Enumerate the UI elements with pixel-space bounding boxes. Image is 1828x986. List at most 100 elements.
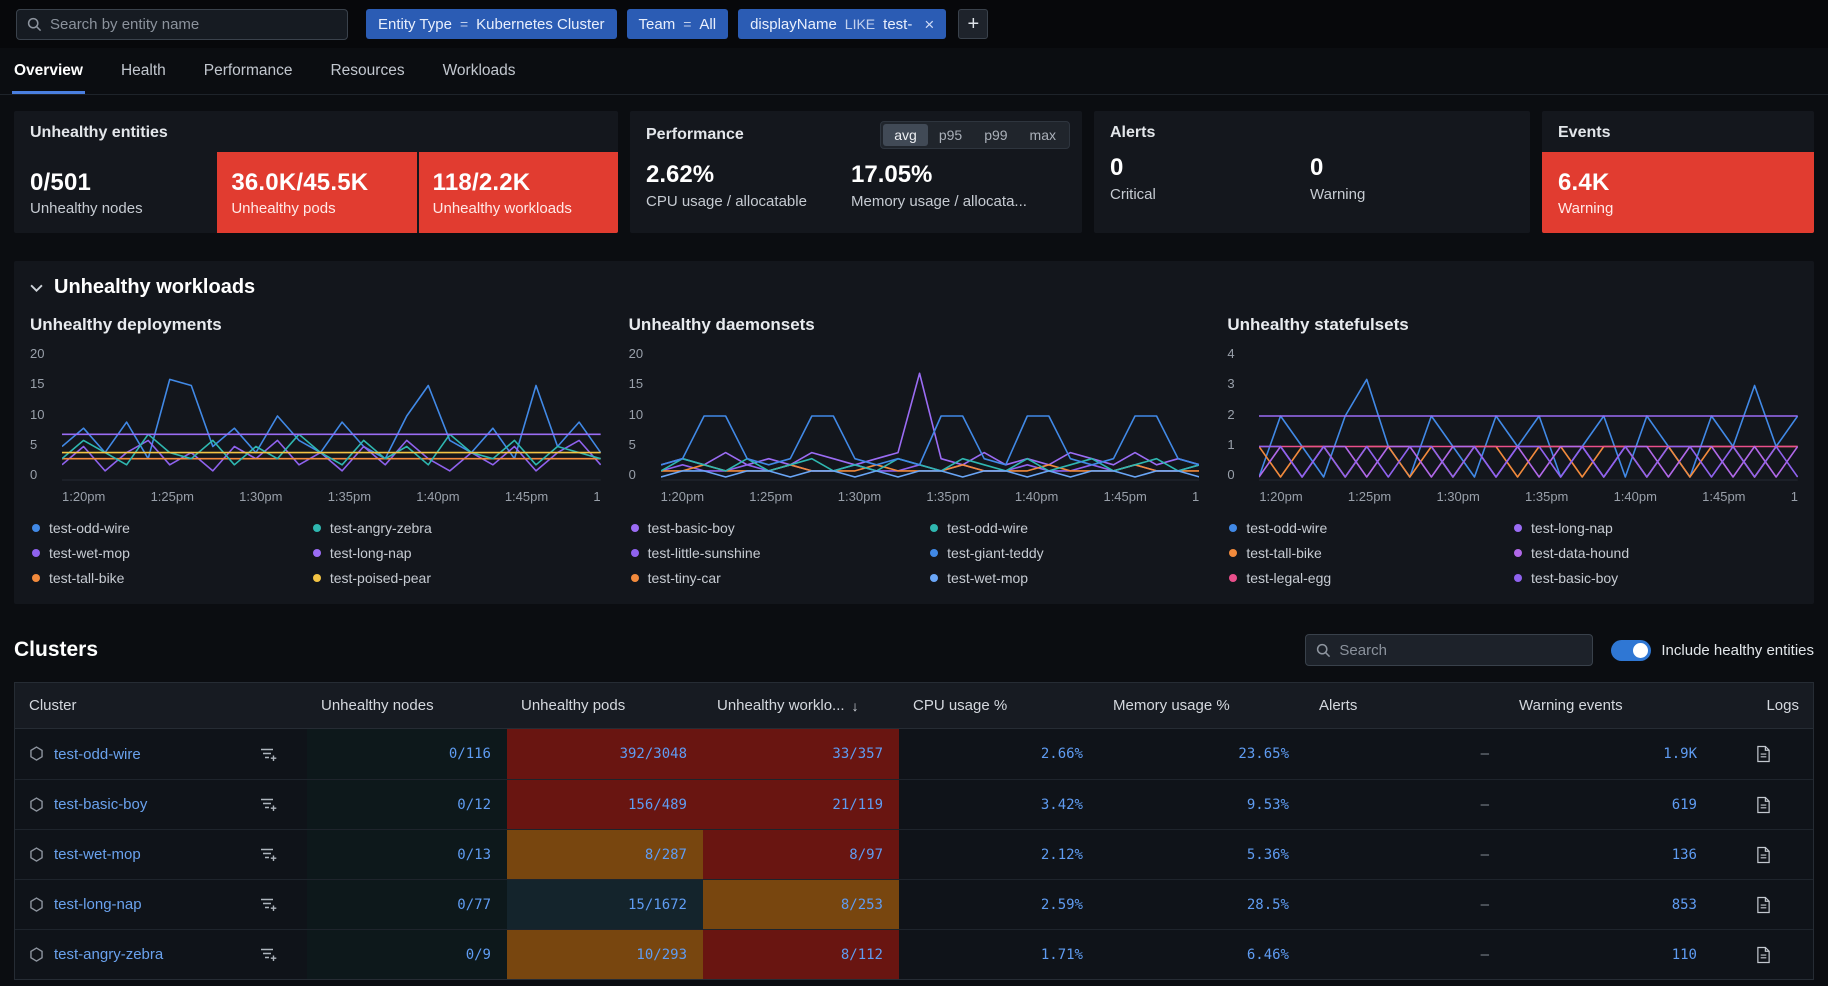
remove-filter-icon[interactable]: × xyxy=(924,16,934,33)
cluster-link[interactable]: test-basic-boy xyxy=(54,796,147,813)
legend-item[interactable]: test-odd-wire xyxy=(32,520,299,536)
col-header-logs[interactable]: Logs xyxy=(1713,683,1813,728)
alerts-cell: — xyxy=(1305,780,1505,829)
seg-p95[interactable]: p95 xyxy=(928,124,973,146)
legend-item[interactable]: test-tiny-car xyxy=(631,570,917,586)
legend-item[interactable]: test-giant-teddy xyxy=(930,545,1199,561)
filter-pill[interactable]: Team=All xyxy=(627,9,729,39)
include-healthy-toggle-wrap[interactable]: Include healthy entities xyxy=(1611,640,1814,661)
table-row: test-long-nap0/7715/16728/2532.59%28.5%—… xyxy=(15,879,1813,929)
col-header-warning-events[interactable]: Warning events xyxy=(1505,683,1713,728)
legend-item[interactable]: test-legal-egg xyxy=(1229,570,1500,586)
logs-icon[interactable] xyxy=(1756,846,1771,864)
col-header-unhealthy-workloads[interactable]: Unhealthy worklo...↓ xyxy=(703,683,899,728)
chart-title: Unhealthy deployments xyxy=(30,315,601,335)
seg-max[interactable]: max xyxy=(1019,124,1067,146)
cpu-usage-cell: 2.66% xyxy=(899,729,1099,779)
unhealthy-workloads-tile[interactable]: 118/2.2K Unhealthy workloads xyxy=(419,152,618,233)
clusters-table-header: Cluster Unhealthy nodes Unhealthy pods U… xyxy=(15,683,1813,729)
legend-dot xyxy=(313,574,321,582)
cluster-link[interactable]: test-wet-mop xyxy=(54,846,141,863)
table-row: test-angry-zebra0/910/2938/1121.71%6.46%… xyxy=(15,929,1813,979)
pill-value: Kubernetes Cluster xyxy=(476,16,604,33)
col-header-cluster[interactable]: Cluster xyxy=(15,683,307,728)
cluster-link[interactable]: test-long-nap xyxy=(54,896,142,913)
legend-item[interactable]: test-data-hound xyxy=(1514,545,1798,561)
col-header-unhealthy-nodes[interactable]: Unhealthy nodes xyxy=(307,683,507,728)
legend-item[interactable]: test-wet-mop xyxy=(32,545,299,561)
entity-search-input[interactable] xyxy=(50,16,337,33)
workload-chart: Unhealthy deployments 20151050 1:20pm1:2… xyxy=(30,315,601,586)
warning-events-tile[interactable]: 6.4K Warning xyxy=(1542,152,1814,233)
col-header-alerts[interactable]: Alerts xyxy=(1305,683,1505,728)
cpu-usage-cell: 2.59% xyxy=(899,880,1099,929)
legend-item[interactable]: test-odd-wire xyxy=(930,520,1199,536)
legend-item[interactable]: test-long-nap xyxy=(313,545,601,561)
filter-pills: Entity Type=Kubernetes Cluster Team=All di… xyxy=(366,9,946,39)
clusters-search[interactable] xyxy=(1305,634,1593,666)
chevron-down-icon xyxy=(30,284,43,292)
legend-label: test-wet-mop xyxy=(49,545,130,561)
warning-alerts-stat: 0 Warning xyxy=(1310,154,1510,203)
seg-avg[interactable]: avg xyxy=(883,124,928,146)
percentile-segmented-control: avg p95 p99 max xyxy=(880,121,1070,149)
logs-cell xyxy=(1713,830,1813,879)
logs-icon[interactable] xyxy=(1756,745,1771,763)
legend-item[interactable]: test-odd-wire xyxy=(1229,520,1500,536)
filter-plus-icon[interactable] xyxy=(260,897,277,912)
chart-xaxis: 1:20pm1:25pm1:30pm1:35pm1:40pm1:45pm1 xyxy=(1259,489,1798,504)
include-healthy-toggle[interactable] xyxy=(1611,640,1651,661)
logs-cell xyxy=(1713,729,1813,779)
legend-item[interactable]: test-angry-zebra xyxy=(313,520,601,536)
legend-label: test-tall-bike xyxy=(49,570,124,586)
col-header-unhealthy-pods[interactable]: Unhealthy pods xyxy=(507,683,703,728)
tab-performance[interactable]: Performance xyxy=(202,48,295,94)
tab-workloads[interactable]: Workloads xyxy=(441,48,518,94)
legend-dot xyxy=(631,574,639,582)
chart-plot[interactable] xyxy=(62,347,601,481)
card-title: Unhealthy entities xyxy=(14,111,618,142)
unhealthy-pods-tile[interactable]: 36.0K/45.5K Unhealthy pods xyxy=(217,152,416,233)
logs-icon[interactable] xyxy=(1756,896,1771,914)
legend-item[interactable]: test-basic-boy xyxy=(631,520,917,536)
col-header-cpu-usage[interactable]: CPU usage % xyxy=(899,683,1099,728)
chart-plot[interactable] xyxy=(661,347,1200,481)
legend-item[interactable]: test-tall-bike xyxy=(1229,545,1500,561)
legend-item[interactable]: test-tall-bike xyxy=(32,570,299,586)
tab-health[interactable]: Health xyxy=(119,48,168,94)
filter-plus-icon[interactable] xyxy=(260,797,277,812)
logs-icon[interactable] xyxy=(1756,796,1771,814)
section-collapse-header[interactable]: Unhealthy workloads xyxy=(30,276,1798,299)
col-header-memory-usage[interactable]: Memory usage % xyxy=(1099,683,1305,728)
clusters-section: Clusters Include healthy entities Cluste… xyxy=(14,634,1814,980)
tab-resources[interactable]: Resources xyxy=(328,48,406,94)
legend-item[interactable]: test-long-nap xyxy=(1514,520,1798,536)
filter-plus-icon[interactable] xyxy=(260,947,277,962)
tile-value: 0/501 xyxy=(30,169,215,197)
events-card: Events 6.4K Warning xyxy=(1542,111,1814,233)
filter-plus-icon[interactable] xyxy=(260,747,277,762)
legend-item[interactable]: test-basic-boy xyxy=(1514,570,1798,586)
unhealthy-nodes-tile[interactable]: 0/501 Unhealthy nodes xyxy=(14,152,215,233)
chart-plot[interactable] xyxy=(1259,347,1798,481)
filter-pill[interactable]: Entity Type=Kubernetes Cluster xyxy=(366,9,617,39)
logs-icon[interactable] xyxy=(1756,946,1771,964)
filter-plus-icon[interactable] xyxy=(260,847,277,862)
hexagon-icon xyxy=(29,947,44,963)
tile-label: Unhealthy pods xyxy=(231,200,416,217)
cluster-link[interactable]: test-angry-zebra xyxy=(54,946,163,963)
cluster-link[interactable]: test-odd-wire xyxy=(54,746,141,763)
legend-item[interactable]: test-wet-mop xyxy=(930,570,1199,586)
cluster-cell: test-long-nap xyxy=(15,880,307,929)
seg-p99[interactable]: p99 xyxy=(973,124,1018,146)
legend-item[interactable]: test-poised-pear xyxy=(313,570,601,586)
unhealthy-nodes-cell: 0/77 xyxy=(307,880,507,929)
unhealthy-nodes-cell: 0/12 xyxy=(307,780,507,829)
filter-pill[interactable]: displayNameLIKEtest-× xyxy=(738,9,946,39)
legend-dot xyxy=(930,549,938,557)
clusters-search-input[interactable] xyxy=(1339,642,1582,659)
add-filter-button[interactable]: + xyxy=(958,9,988,39)
tab-overview[interactable]: Overview xyxy=(12,48,85,94)
entity-search[interactable] xyxy=(16,9,348,40)
legend-item[interactable]: test-little-sunshine xyxy=(631,545,917,561)
